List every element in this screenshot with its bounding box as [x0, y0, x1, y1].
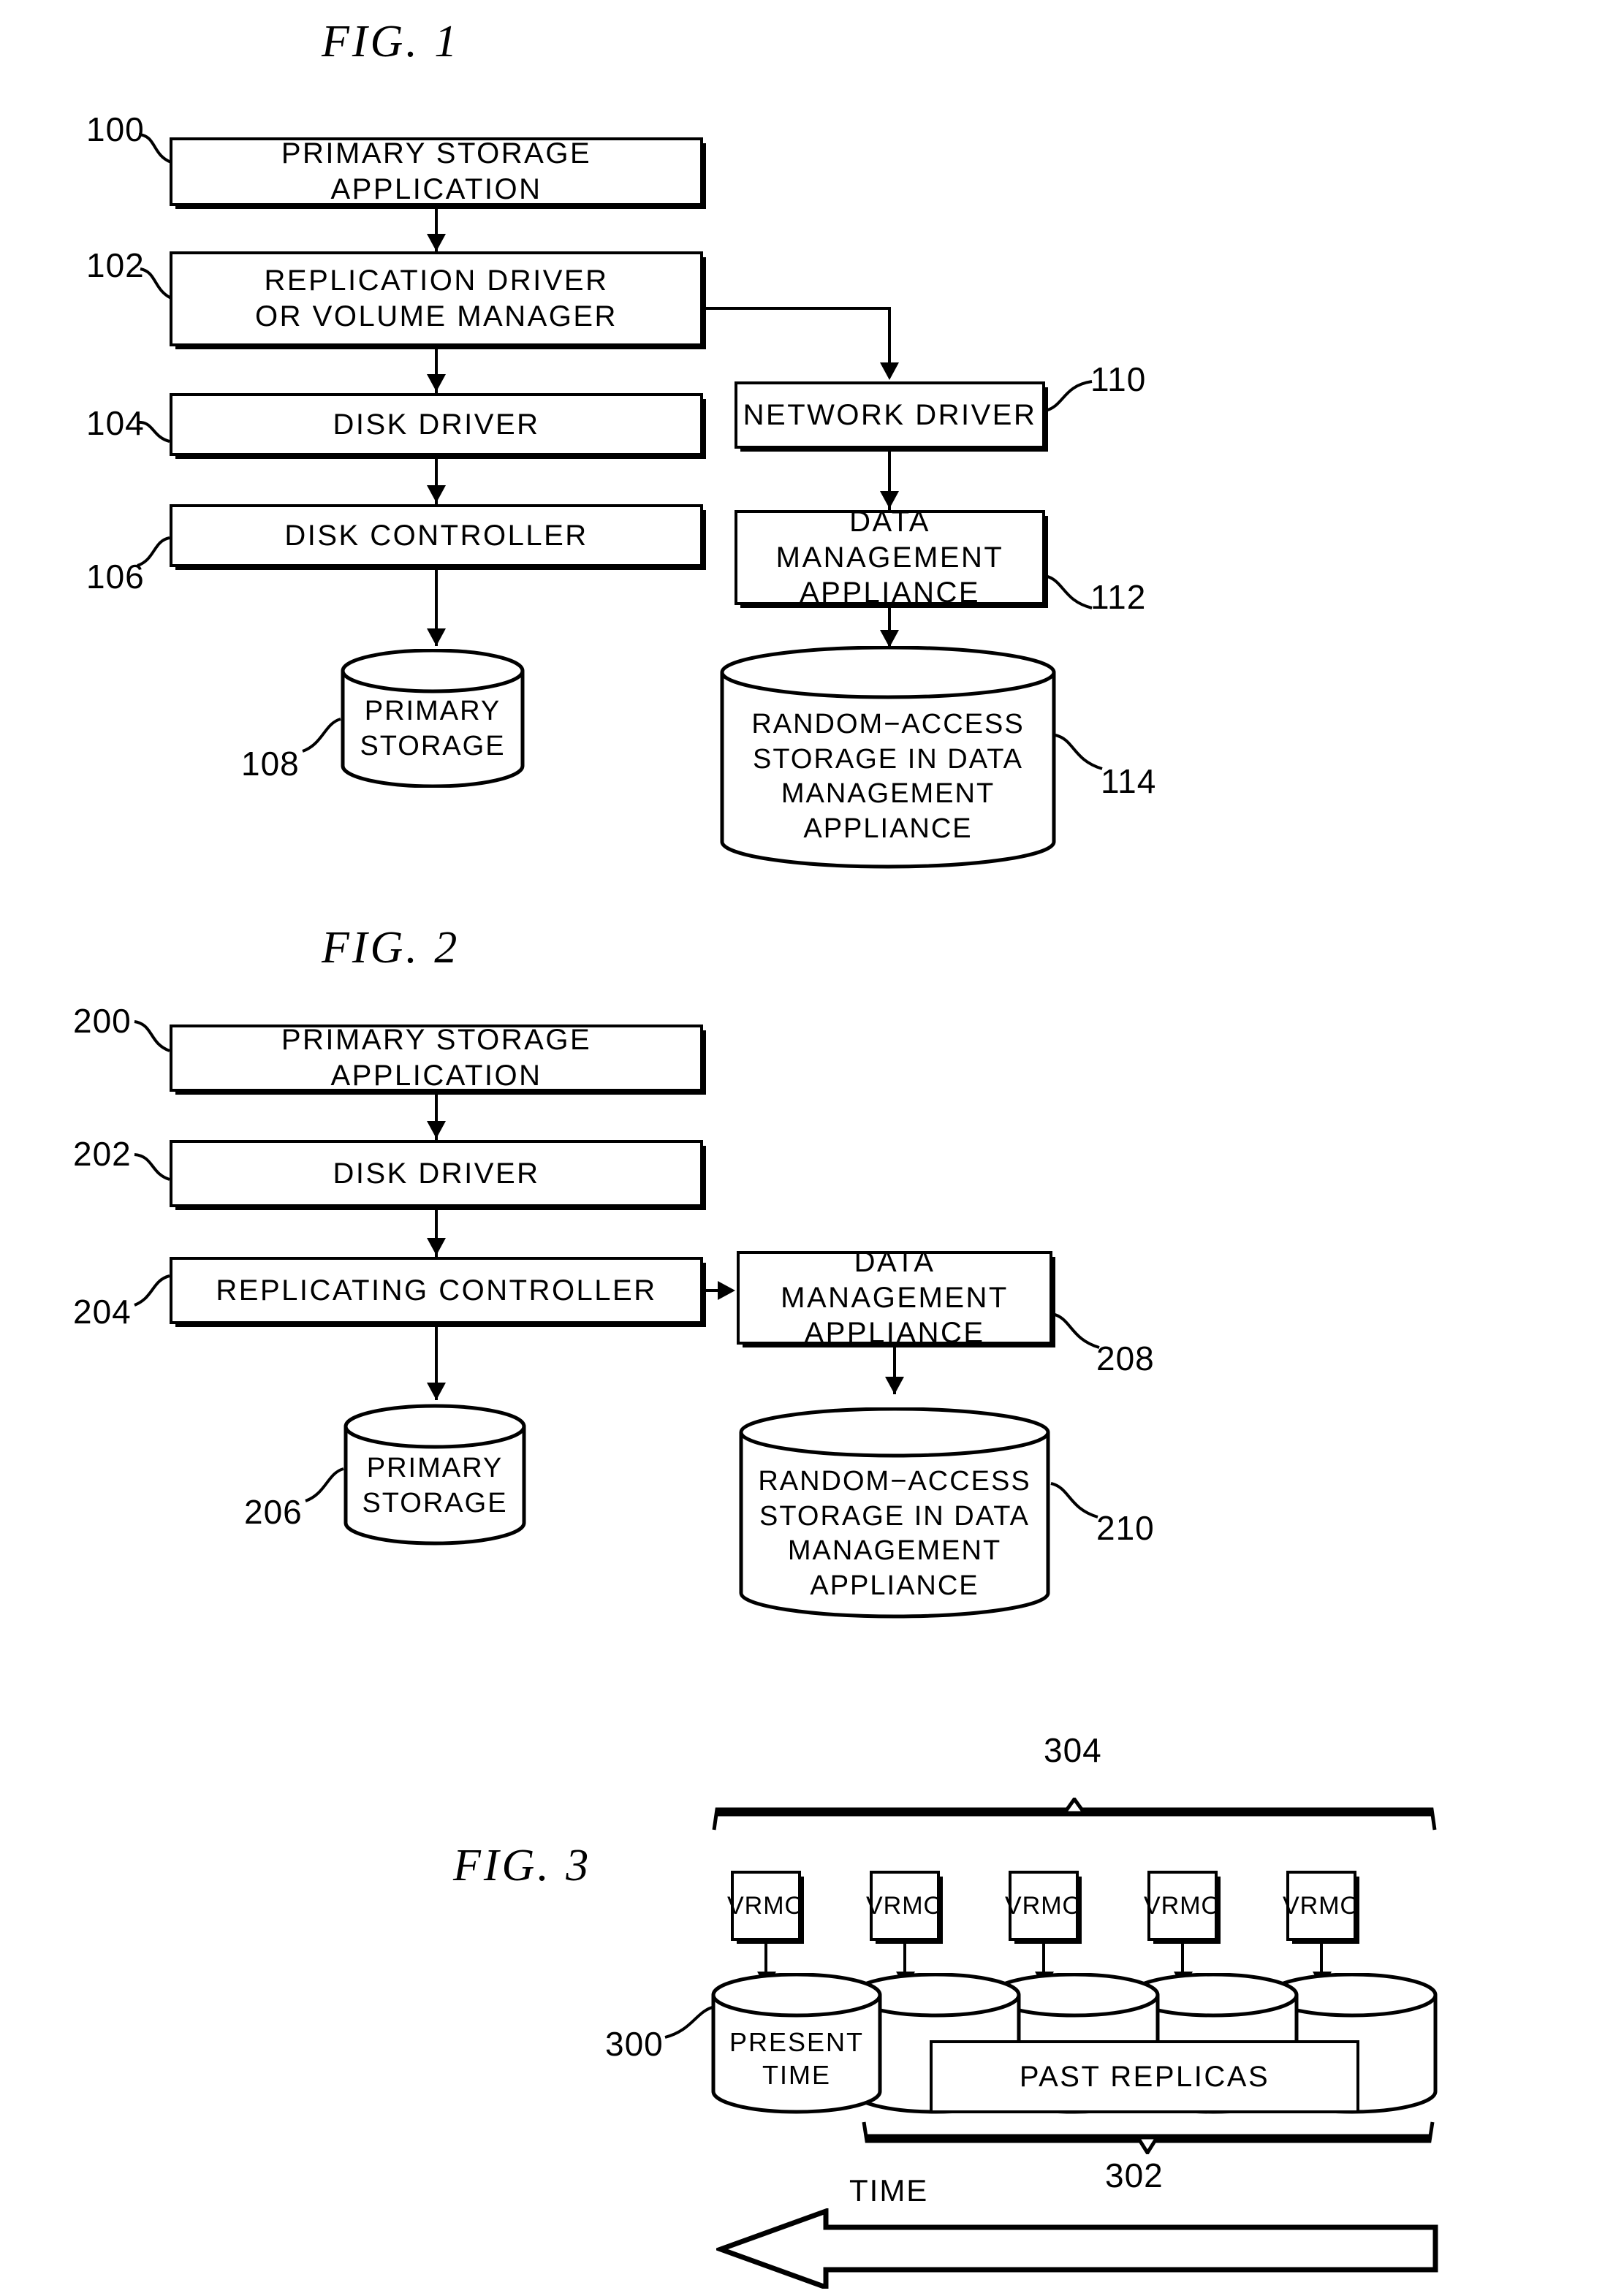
fig1-connector-102-110-horizontal [701, 307, 891, 310]
figure-1-title: FIG. 1 [322, 17, 460, 66]
fig3-past-replicas-label: PAST REPLICAS [1019, 2060, 1270, 2093]
cylinder-shape [739, 1407, 1050, 1619]
reference-numeral-104: 104 [86, 404, 145, 442]
leader-line-112 [1044, 574, 1093, 609]
reference-numeral-302: 302 [1105, 2156, 1164, 2194]
fig3-vrmo-box-3: VRMO [1005, 1871, 1082, 1941]
reference-numeral-208: 208 [1096, 1339, 1155, 1377]
fig3-vrmo-4-label: VRMO [1144, 1891, 1221, 1920]
fig1-box-primary-storage-application: PRIMARY STORAGE APPLICATION [170, 137, 703, 206]
reference-numeral-100: 100 [86, 110, 145, 148]
reference-numeral-206: 206 [244, 1493, 303, 1531]
reference-numeral-110: 110 [1090, 360, 1147, 398]
fig2-box-replicating-controller: REPLICATING CONTROLLER [170, 1257, 703, 1324]
fig3-vrmo-box-1: VRMO [727, 1871, 804, 1941]
fig3-brace-302 [862, 2121, 1435, 2154]
reference-numeral-304: 304 [1044, 1731, 1102, 1769]
figure-2-title: FIG. 2 [322, 923, 460, 973]
fig3-vrmo-5-label: VRMO [1283, 1891, 1360, 1920]
fig2-arrowhead-208-210 [885, 1377, 904, 1394]
cylinder-shape [341, 649, 525, 788]
reference-numeral-210: 210 [1096, 1509, 1155, 1547]
reference-numeral-114: 114 [1101, 762, 1157, 800]
fig1-box-network-driver: NETWORK DRIVER [735, 381, 1045, 449]
fig1-box-102-line2: OR VOLUME MANAGER [255, 300, 618, 332]
fig1-arrowhead-112-114 [880, 630, 899, 647]
fig1-cylinder-primary-storage: PRIMARY STORAGE [338, 649, 527, 788]
fig1-box-disk-driver: DISK DRIVER [170, 393, 703, 456]
cylinder-shape [344, 1404, 526, 1546]
fig3-vrmo-box-4: VRMO [1144, 1871, 1221, 1941]
fig2-box-disk-driver: DISK DRIVER [170, 1140, 703, 1207]
fig1-box-102-line1: REPLICATION DRIVER [264, 265, 609, 297]
fig1-cylinder-random-access-storage: RANDOM−ACCESS STORAGE IN DATA MANAGEMENT… [718, 646, 1058, 871]
fig1-box-100-label: PRIMARY STORAGE APPLICATION [281, 137, 592, 205]
leader-line-110 [1044, 380, 1093, 412]
fig3-vrmo-2-label: VRMO [866, 1891, 944, 1920]
fig2-connector-204-208 [703, 1289, 719, 1292]
reference-numeral-112: 112 [1090, 578, 1147, 616]
leader-line-210 [1050, 1482, 1098, 1518]
reference-numeral-202: 202 [73, 1135, 132, 1173]
fig2-box-208-line1: DATA MANAGEMENT [781, 1245, 1009, 1314]
fig1-box-106-label: DISK CONTROLLER [284, 519, 588, 552]
fig2-box-202-label: DISK DRIVER [333, 1157, 540, 1190]
fig3-brace-304 [712, 1798, 1437, 1831]
fig3-time-arrow [716, 2208, 1438, 2289]
reference-numeral-106: 106 [86, 558, 145, 596]
reference-numeral-200: 200 [73, 1002, 132, 1040]
fig3-vrmo-1-label: VRMO [727, 1891, 805, 1920]
fig2-box-primary-storage-application: PRIMARY STORAGE APPLICATION [170, 1024, 703, 1092]
leader-line-114 [1055, 734, 1103, 770]
fig3-time-axis-label: TIME [849, 2173, 929, 2208]
fig1-arrowhead-106-108 [427, 628, 446, 646]
reference-numeral-102: 102 [86, 246, 145, 284]
patent-drawing-sheet: FIG. 1 100 PRIMARY STORAGE APPLICATION 1… [0, 0, 1613, 2296]
fig3-vrmo-box-2: VRMO [866, 1871, 943, 1941]
cylinder-shape [720, 646, 1056, 869]
reference-numeral-204: 204 [73, 1293, 132, 1331]
fig1-connector-102-110-vertical [888, 307, 891, 368]
reference-numeral-300: 300 [605, 2025, 664, 2063]
fig3-cylinder-present-time: PRESENT TIME [710, 1973, 884, 2116]
fig3-vrmo-box-5: VRMO [1283, 1871, 1359, 1941]
fig1-box-replication-driver: REPLICATION DRIVER OR VOLUME MANAGER [170, 251, 703, 346]
fig1-arrowhead-100-102 [427, 234, 446, 251]
fig3-past-replicas-box: PAST REPLICAS [930, 2040, 1359, 2113]
fig2-box-data-management-appliance: DATA MANAGEMENT APPLIANCE [737, 1246, 1052, 1349]
fig2-box-204-label: REPLICATING CONTROLLER [216, 1274, 657, 1307]
fig2-arrowhead-200-202 [427, 1121, 446, 1139]
cylinder-shape [711, 1973, 882, 2114]
figure-3-title: FIG. 3 [453, 1841, 592, 1890]
fig2-arrowhead-202-204 [427, 1238, 446, 1255]
fig1-box-disk-controller: DISK CONTROLLER [170, 504, 703, 567]
fig1-arrowhead-104-106 [427, 485, 446, 503]
fig2-cylinder-random-access-storage: RANDOM−ACCESS STORAGE IN DATA MANAGEMENT… [737, 1407, 1052, 1621]
fig1-box-110-label: NETWORK DRIVER [743, 398, 1037, 431]
fig2-arrowhead-204-206 [427, 1383, 446, 1400]
fig2-cylinder-primary-storage: PRIMARY STORAGE [341, 1403, 528, 1546]
fig1-box-data-management-appliance: DATA MANAGEMENT APPLIANCE [735, 506, 1045, 609]
fig1-box-104-label: DISK DRIVER [333, 408, 540, 441]
fig1-arrowhead-102-104 [427, 374, 446, 392]
fig1-box-112-line2: APPLIANCE [799, 577, 981, 609]
fig3-vrmo-3-label: VRMO [1005, 1891, 1082, 1920]
fig1-box-112-line1: DATA MANAGEMENT [775, 505, 1004, 574]
reference-numeral-108: 108 [241, 745, 300, 783]
fig2-box-200-label: PRIMARY STORAGE APPLICATION [281, 1024, 592, 1092]
fig2-arrowhead-204-208 [718, 1281, 735, 1300]
fig1-arrowhead-102-110 [880, 362, 899, 380]
